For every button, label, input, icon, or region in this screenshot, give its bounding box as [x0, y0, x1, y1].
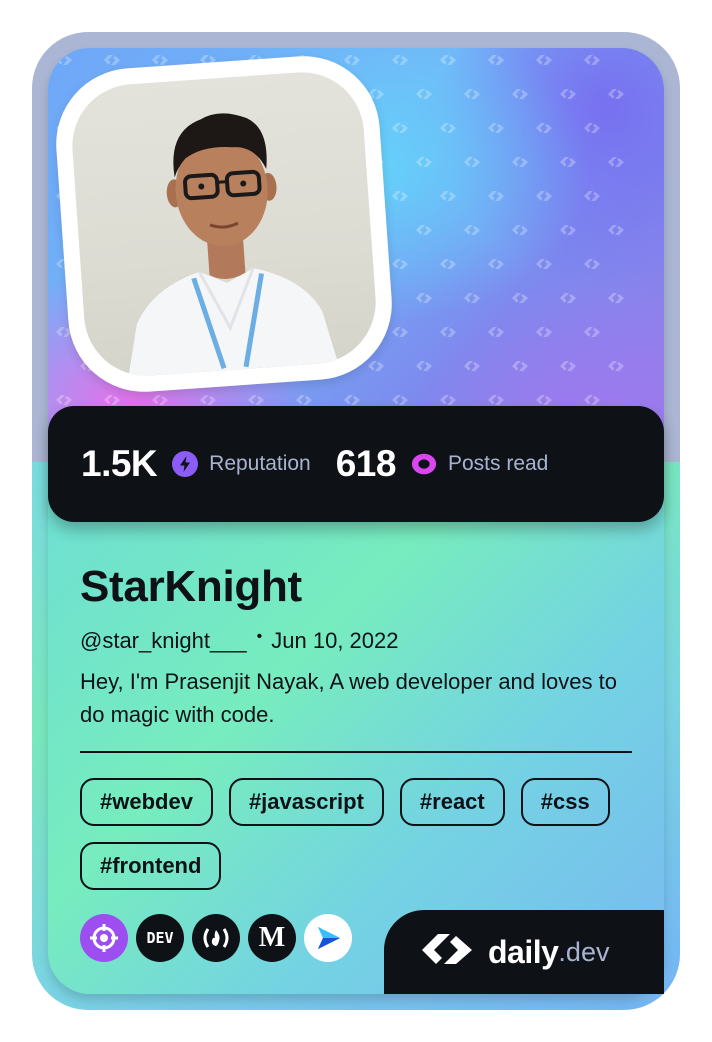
- avatar-photo: [128, 113, 338, 378]
- tag-javascript[interactable]: #javascript: [228, 778, 384, 826]
- tag-list: #webdev #javascript #react #css #fronten…: [80, 778, 640, 890]
- hashnode-send-icon[interactable]: [304, 914, 352, 962]
- social-links: DEV M: [80, 914, 352, 962]
- posts-read-value: 618: [335, 443, 397, 484]
- tag-webdev[interactable]: #webdev: [80, 778, 213, 826]
- avatar: [68, 68, 380, 380]
- freecodecamp-icon[interactable]: [192, 914, 240, 962]
- avatar-frame: [51, 51, 397, 397]
- brand-tab: daily .dev: [384, 910, 664, 994]
- profile-name: StarKnight: [80, 562, 302, 611]
- profile-meta: @star_knight___ • Jun 10, 2022: [80, 628, 399, 654]
- tag-css[interactable]: #css: [520, 778, 610, 826]
- daily-dev-logo-icon: [416, 930, 478, 975]
- brand-dev: .dev: [558, 936, 610, 967]
- crosshair-icon[interactable]: [80, 914, 128, 962]
- divider: [80, 751, 632, 753]
- profile-handle: @star_knight___: [80, 628, 247, 653]
- lightning-icon: [171, 450, 199, 478]
- medium-icon[interactable]: M: [248, 914, 296, 962]
- joined-date: Jun 10, 2022: [271, 628, 399, 653]
- reputation-value: 1.5K: [81, 443, 158, 484]
- eye-icon: [410, 450, 438, 478]
- reputation-label: Reputation: [209, 452, 311, 475]
- tag-react[interactable]: #react: [399, 778, 505, 826]
- profile-bio: Hey, I'm Prasenjit Nayak, A web develope…: [80, 669, 617, 727]
- brand-daily: daily: [488, 933, 559, 970]
- meta-separator: •: [256, 628, 263, 645]
- posts-read-label: Posts read: [447, 452, 549, 475]
- tag-frontend[interactable]: #frontend: [80, 842, 222, 890]
- stats-bar: 1.5K Reputation 618 Posts read: [48, 406, 664, 522]
- dev-icon[interactable]: DEV: [136, 914, 184, 962]
